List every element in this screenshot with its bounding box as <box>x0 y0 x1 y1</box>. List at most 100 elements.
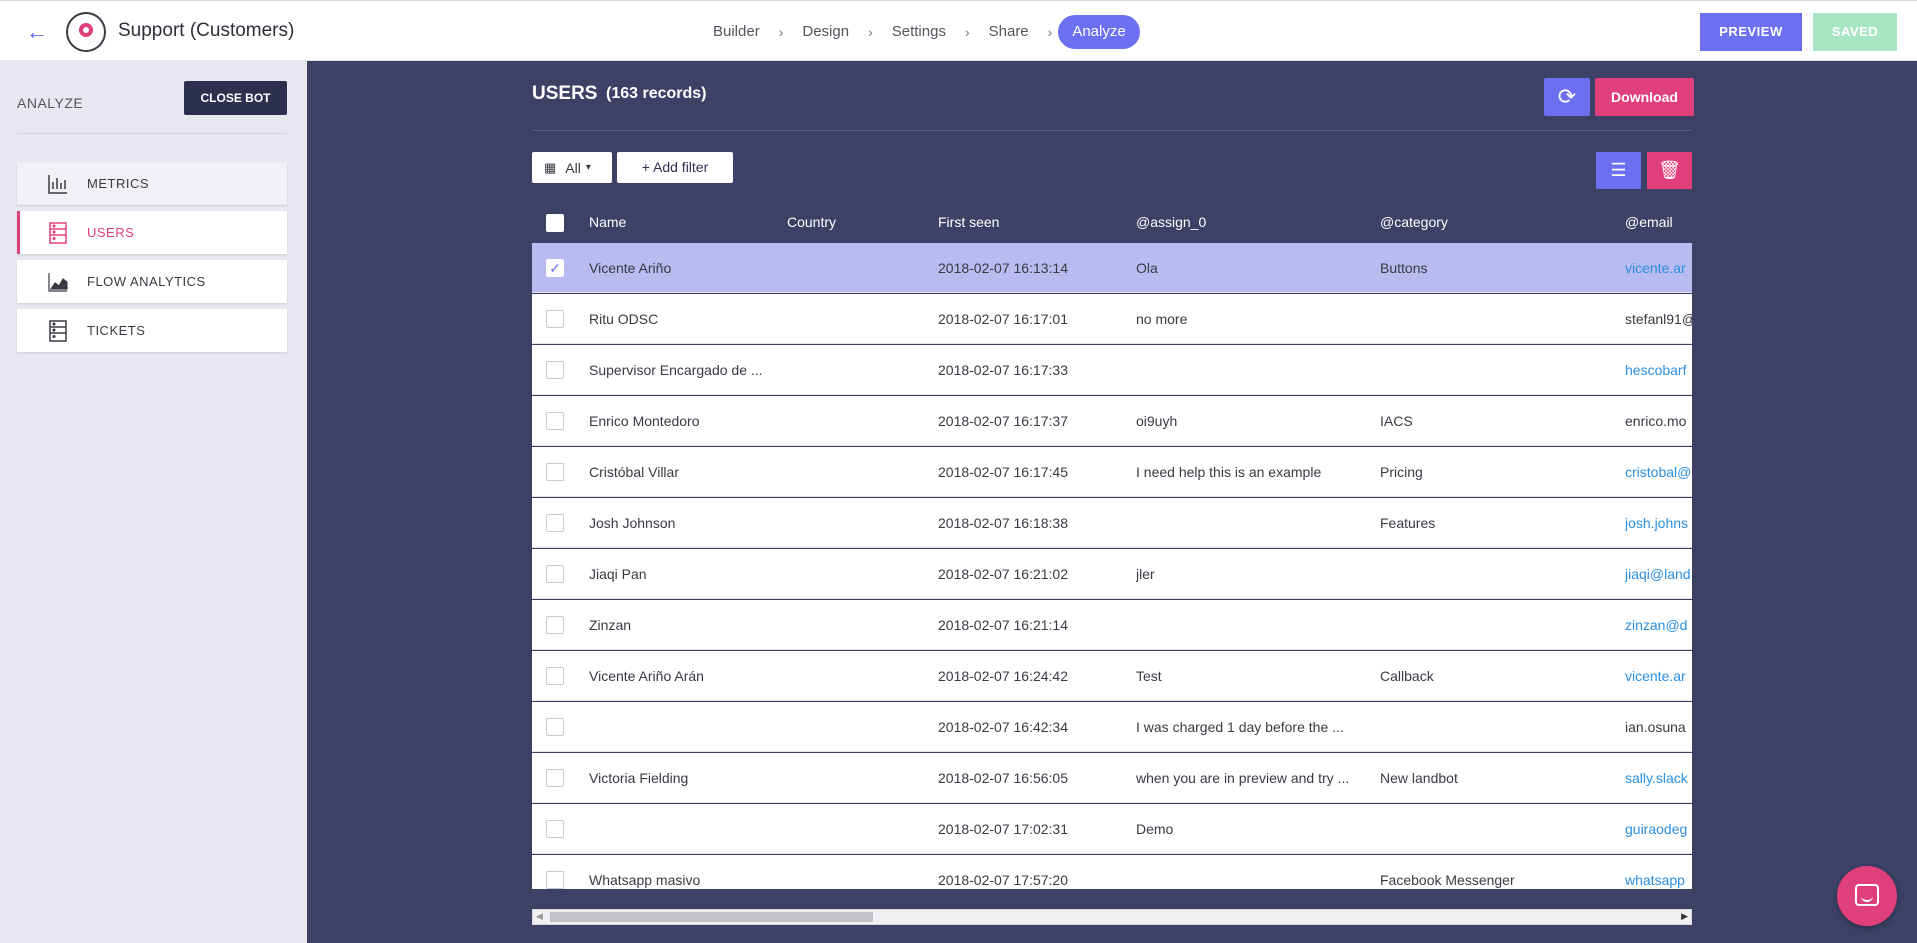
step-share[interactable]: Share <box>976 15 1042 49</box>
step-settings[interactable]: Settings <box>879 15 959 49</box>
row-checkbox[interactable] <box>546 565 564 583</box>
chevron-right-icon: › <box>964 24 970 40</box>
cell-assign: I need help this is an example <box>1136 464 1322 480</box>
table-row[interactable]: Enrico Montedoro 2018-02-07 16:17:37 oi9uy… <box>532 396 1692 446</box>
row-checkbox[interactable] <box>546 769 564 787</box>
table-row[interactable]: Vicente Ariño Arán 2018-02-07 16:24:42 Tes… <box>532 651 1692 701</box>
cell-first-seen: 2018-02-07 16:24:42 <box>938 668 1068 684</box>
cell-email[interactable]: jiaqi@land <box>1625 549 1692 599</box>
cell-name: Enrico Montedoro <box>589 413 700 429</box>
row-checkbox[interactable] <box>546 514 564 532</box>
sidebar-item-users[interactable]: USERS <box>17 211 287 254</box>
row-checkbox[interactable] <box>546 820 564 838</box>
refresh-button[interactable]: ⟳ <box>1544 78 1590 116</box>
cell-category <box>1380 804 1616 854</box>
cell-email[interactable]: zinzan@d <box>1625 600 1692 650</box>
row-checkbox[interactable]: ✓ <box>546 259 564 277</box>
download-button[interactable]: Download <box>1595 78 1694 116</box>
chevron-right-icon: › <box>1047 24 1053 40</box>
column-list-button[interactable]: ☰ <box>1596 152 1641 189</box>
cell-category: New landbot <box>1380 770 1458 786</box>
cell-assign <box>1136 345 1372 395</box>
bar-chart-icon <box>48 174 67 194</box>
table-row[interactable]: Cristóbal Villar 2018-02-07 16:17:45 I nee… <box>532 447 1692 497</box>
table-row[interactable]: 2018-02-07 16:42:34 I was charged 1 day b… <box>532 702 1692 752</box>
cell-category <box>1380 702 1616 752</box>
back-arrow-icon[interactable]: ← <box>26 19 52 45</box>
column-header-first-seen[interactable]: First seen <box>938 202 1128 243</box>
horizontal-scrollbar[interactable]: ◀ ▶ <box>532 909 1692 925</box>
table-row[interactable]: Ritu ODSC 2018-02-07 16:17:01 no more stefa… <box>532 294 1692 344</box>
scrollbar-thumb[interactable] <box>550 912 873 922</box>
cell-email[interactable]: vicente.ar <box>1625 651 1692 701</box>
bot-title: Support (Customers) <box>118 20 295 41</box>
table-row[interactable]: ✓ Vicente Ariño 2018-02-07 16:13:14 Ola Butt… <box>532 243 1692 293</box>
saved-button[interactable]: SAVED <box>1813 13 1897 51</box>
preview-button[interactable]: PREVIEW <box>1700 13 1802 51</box>
cell-email[interactable]: josh.johns <box>1625 498 1692 548</box>
column-header-assign[interactable]: @assign_0 <box>1136 202 1372 243</box>
cell-category: Features <box>1380 515 1436 531</box>
top-bar: ← Support (Customers) Builder › Design ›… <box>0 0 1917 61</box>
table-row[interactable]: Supervisor Encargado de ... 2018-02-07 16… <box>532 345 1692 395</box>
cell-email[interactable]: cristobal@ <box>1625 447 1692 497</box>
chat-widget-button[interactable] <box>1837 866 1897 926</box>
chevron-down-icon: ▾ <box>585 162 591 173</box>
sidebar-item-tickets[interactable]: TICKETS <box>17 309 287 352</box>
sidebar-item-metrics[interactable]: METRICS <box>17 162 287 205</box>
cell-email[interactable]: whatsapp <box>1625 855 1692 889</box>
row-checkbox[interactable] <box>546 667 564 685</box>
cell-category: Pricing <box>1380 464 1423 480</box>
cell-country <box>787 396 937 446</box>
cell-name: Ritu ODSC <box>589 311 659 327</box>
row-checkbox[interactable] <box>546 412 564 430</box>
table-header: Name Country First seen @assign_0 @categ… <box>532 202 1692 243</box>
sidebar-item-flow-analytics[interactable]: FLOW ANALYTICS <box>17 260 287 303</box>
row-checkbox[interactable] <box>546 361 564 379</box>
column-header-country[interactable]: Country <box>787 202 937 243</box>
sidebar-item-label: USERS <box>87 225 135 240</box>
cell-first-seen: 2018-02-07 16:17:33 <box>938 362 1068 378</box>
row-checkbox[interactable] <box>546 463 564 481</box>
row-checkbox[interactable] <box>546 871 564 889</box>
cell-email[interactable]: hescobarf <box>1625 345 1692 395</box>
bot-avatar-icon <box>66 12 106 52</box>
table-row[interactable]: Jiaqi Pan 2018-02-07 16:21:02 jler jiaqi@la… <box>532 549 1692 599</box>
cell-category: IACS <box>1380 413 1413 429</box>
table-row[interactable]: Whatsapp masivo 2018-02-07 17:57:20 Facebo… <box>532 855 1692 889</box>
cell-name: Jiaqi Pan <box>589 566 647 582</box>
row-checkbox[interactable] <box>546 718 564 736</box>
column-header-email[interactable]: @email <box>1625 202 1692 243</box>
step-analyze[interactable]: Analyze <box>1058 15 1140 49</box>
cell-email: ian.osuna <box>1625 719 1686 735</box>
cell-email[interactable]: vicente.ar <box>1625 243 1692 293</box>
cell-name: Supervisor Encargado de ... <box>589 362 763 378</box>
date-filter-dropdown[interactable]: ▦ All ▾ <box>532 152 612 183</box>
table-row[interactable]: 2018-02-07 17:02:31 Demo guiraodeg <box>532 804 1692 854</box>
close-bot-button[interactable]: CLOSE BOT <box>184 81 287 115</box>
users-list-icon <box>49 221 67 244</box>
cell-name <box>589 702 779 752</box>
cell-email[interactable]: sally.slack <box>1625 753 1692 803</box>
cell-assign: oi9uyh <box>1136 413 1178 429</box>
scroll-left-icon[interactable]: ◀ <box>536 911 543 922</box>
delete-button[interactable]: 🗑 <box>1647 152 1692 189</box>
table-row[interactable]: Josh Johnson 2018-02-07 16:18:38 Features j… <box>532 498 1692 548</box>
scroll-right-icon[interactable]: ▶ <box>1681 911 1688 922</box>
step-design[interactable]: Design <box>789 15 862 49</box>
select-all-checkbox[interactable] <box>546 214 564 232</box>
column-header-category[interactable]: @category <box>1380 202 1616 243</box>
cell-country <box>787 498 937 548</box>
column-header-name[interactable]: Name <box>589 202 779 243</box>
row-checkbox[interactable] <box>546 616 564 634</box>
add-filter-button[interactable]: + Add filter <box>617 152 733 183</box>
table-row[interactable]: Victoria Fielding 2018-02-07 16:56:05 when… <box>532 753 1692 803</box>
chevron-right-icon: › <box>868 24 873 40</box>
row-checkbox[interactable] <box>546 310 564 328</box>
cell-country <box>787 855 937 889</box>
step-builder[interactable]: Builder <box>700 15 773 49</box>
table-row[interactable]: Zinzan 2018-02-07 16:21:14 zinzan@d <box>532 600 1692 650</box>
cell-country <box>787 753 937 803</box>
cell-assign <box>1136 498 1372 548</box>
cell-email[interactable]: guiraodeg <box>1625 804 1692 854</box>
